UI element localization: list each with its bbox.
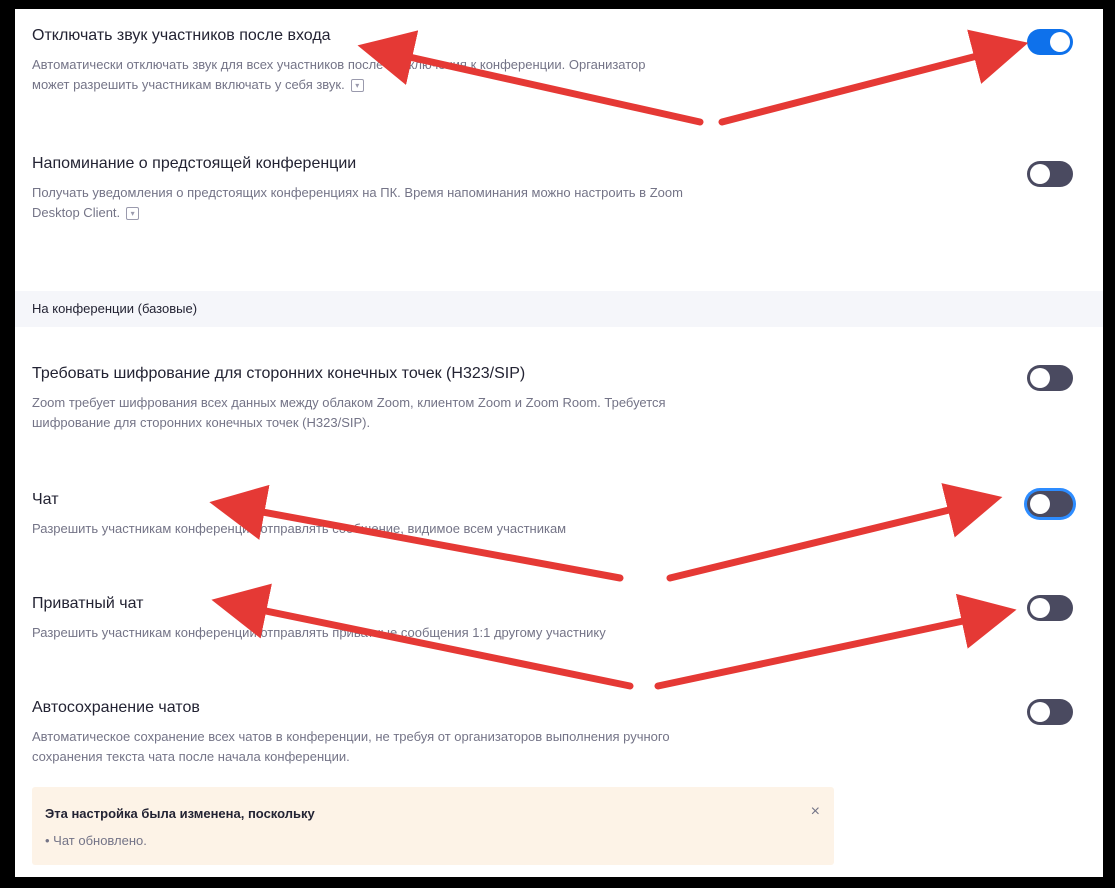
toggle-autosave-chats[interactable] — [1027, 699, 1073, 725]
setting-description-line: может разрешить участникам включать у се… — [32, 77, 345, 92]
toggle-knob — [1050, 32, 1070, 52]
setting-description-line: шифрование для сторонних конечных точек … — [32, 415, 371, 430]
setting-title: Требовать шифрование для сторонних конеч… — [32, 365, 526, 382]
toggle-knob — [1030, 598, 1050, 618]
setting-title: Напоминание о предстоящей конференции — [32, 155, 357, 172]
setting-description-line: сохранения текста чата после начала конф… — [32, 749, 350, 764]
toggle-knob — [1030, 164, 1050, 184]
toggle-knob — [1030, 494, 1050, 514]
toggle-upcoming-reminder[interactable] — [1027, 161, 1073, 187]
setting-description-line: Получать уведомления о предстоящих конфе… — [32, 185, 683, 200]
setting-description-line: Desktop Client. — [32, 205, 121, 220]
setting-description-line: Автоматически отключать звук для всех уч… — [32, 57, 646, 72]
section-header-label: На конференции (базовые) — [32, 301, 198, 316]
setting-description-line: Разрешить участникам конференции отправл… — [32, 625, 606, 640]
notice-item: • Чат обновлено. — [45, 833, 147, 848]
setting-title: Автосохранение чатов — [32, 699, 200, 716]
setting-title: Отключать звук участников после входа — [32, 27, 331, 44]
toggle-chat[interactable] — [1027, 491, 1073, 517]
info-icon[interactable]: ▾ — [126, 207, 140, 221]
setting-description-line: Разрешить участникам конференции отправл… — [32, 521, 567, 536]
setting-description-line: Автоматическое сохранение всех чатов в к… — [32, 729, 670, 744]
setting-title: Чат — [32, 491, 59, 508]
settings-panel: Отключать звук участников после входа Ав… — [15, 9, 1103, 877]
setting-description: Разрешить участникам конференции отправл… — [32, 623, 832, 643]
setting-description: Автоматически отключать звук для всех уч… — [32, 55, 832, 95]
setting-description-line: Zoom требует шифрования всех данных межд… — [32, 395, 666, 410]
setting-description: Zoom требует шифрования всех данных межд… — [32, 393, 832, 433]
notice-title: Эта настройка была изменена, поскольку — [45, 806, 315, 821]
section-header: На конференции (базовые) — [15, 291, 1103, 327]
toggle-knob — [1030, 702, 1050, 722]
setting-description: Получать уведомления о предстоящих конфе… — [32, 183, 832, 223]
toggle-private-chat[interactable] — [1027, 595, 1073, 621]
setting-description: Разрешить участникам конференции отправл… — [32, 519, 832, 539]
setting-description: Автоматическое сохранение всех чатов в к… — [32, 727, 832, 767]
close-icon[interactable]: × — [811, 803, 820, 821]
change-notice: Эта настройка была изменена, поскольку •… — [32, 787, 834, 865]
info-icon[interactable]: ▾ — [350, 79, 364, 93]
toggle-knob — [1030, 368, 1050, 388]
toggle-require-encryption[interactable] — [1027, 365, 1073, 391]
setting-title: Приватный чат — [32, 595, 144, 612]
toggle-mute-on-entry[interactable] — [1027, 29, 1073, 55]
